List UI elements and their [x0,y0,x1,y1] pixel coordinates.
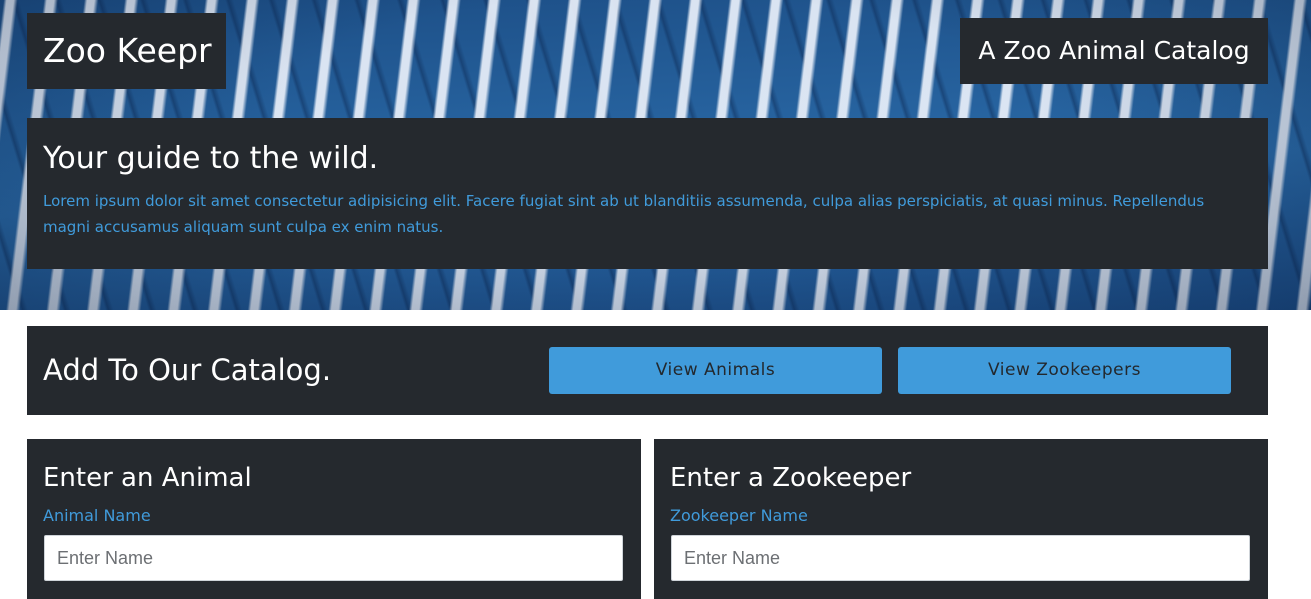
view-zookeepers-button[interactable]: View Zookeepers [898,347,1231,394]
intro-text: Lorem ipsum dolor sit amet consectetur a… [43,192,1205,236]
zookeeper-form-heading: Enter a Zookeeper [670,463,912,493]
hero-banner: Zoo Keepr A Zoo Animal Catalog Your guid… [0,0,1311,310]
intro-heading: Your guide to the wild. [43,141,379,176]
animal-name-label: Animal Name [43,506,151,525]
intro-panel: Your guide to the wild. Lorem ipsum dolo… [27,118,1268,269]
brand-logo[interactable]: Zoo Keepr [27,13,226,89]
site-tagline: A Zoo Animal Catalog [960,18,1268,84]
catalog-bar: Add To Our Catalog. View Animals View Zo… [27,326,1268,415]
animal-form: Enter an Animal Animal Name [27,439,641,599]
catalog-heading: Add To Our Catalog. [43,353,332,387]
view-animals-button[interactable]: View Animals [549,347,882,394]
animal-form-heading: Enter an Animal [43,463,252,493]
zookeeper-name-input[interactable] [671,535,1250,581]
animal-name-input[interactable] [44,535,623,581]
zookeeper-form: Enter a Zookeeper Zookeeper Name [654,439,1268,599]
zookeeper-name-label: Zookeeper Name [670,506,808,525]
